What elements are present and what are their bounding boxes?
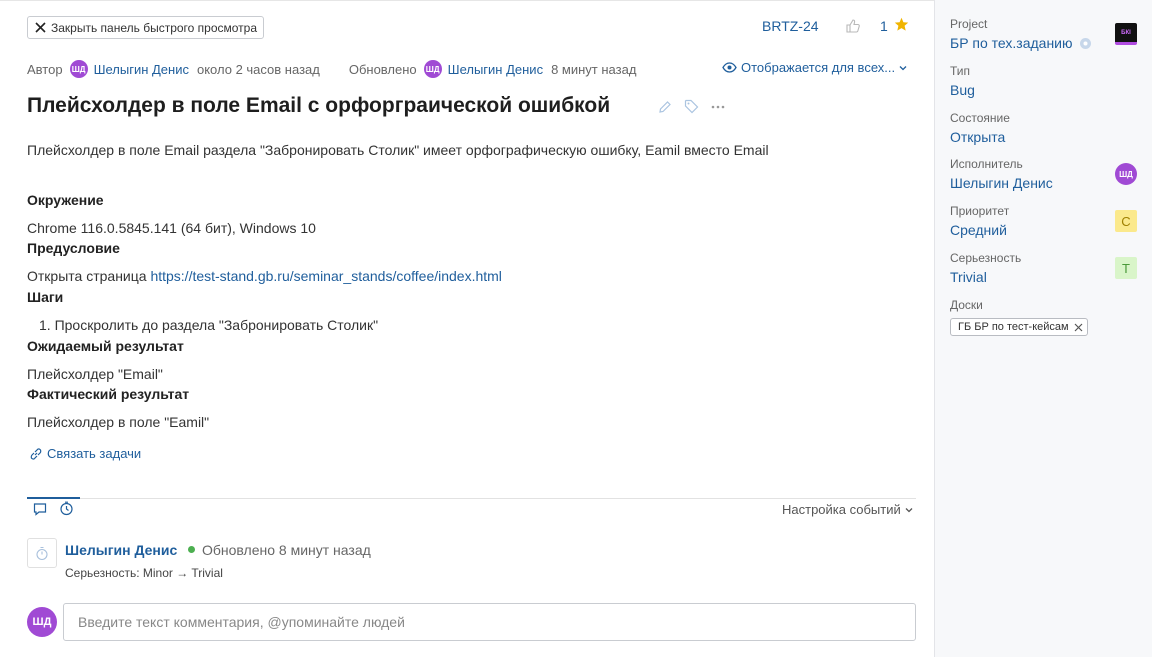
chevron-down-icon bbox=[905, 507, 913, 512]
updater-avatar[interactable]: ШД bbox=[423, 60, 442, 78]
history-user-link[interactable]: Шелыгин Денис bbox=[65, 542, 177, 558]
expected-heading: Ожидаемый результат bbox=[27, 338, 184, 354]
boards-label: Доски bbox=[950, 298, 983, 312]
tag-icon[interactable] bbox=[684, 99, 699, 114]
visibility-dropdown[interactable]: Отображается для всех... bbox=[722, 60, 912, 75]
assignee-avatar: ШД bbox=[1115, 163, 1137, 185]
author-label: Автор bbox=[27, 61, 63, 77]
history-tab-icon[interactable] bbox=[59, 501, 74, 516]
event-settings-dropdown[interactable]: Настройка событий bbox=[782, 502, 914, 517]
close-quick-view-button[interactable]: Закрыть панель быстрого просмотра bbox=[27, 16, 264, 39]
remove-board-icon[interactable] bbox=[1074, 323, 1083, 332]
issue-description: Плейсхолдер в поле Email раздела "Заброн… bbox=[27, 142, 769, 158]
votes-count: 1 bbox=[880, 18, 888, 34]
assignee-value[interactable]: Шелыгин Денис bbox=[950, 175, 1053, 191]
history-entry-icon bbox=[27, 538, 57, 568]
star-icon[interactable] bbox=[894, 17, 909, 32]
title-actions bbox=[658, 99, 725, 114]
stopwatch-icon bbox=[36, 546, 48, 560]
active-tab-indicator bbox=[27, 497, 80, 499]
issue-main-panel: Закрыть панель быстрого просмотра BRTZ-2… bbox=[0, 0, 934, 657]
project-settings-icon[interactable] bbox=[1079, 37, 1092, 50]
updater-name-link[interactable]: Шелыгин Денис bbox=[448, 62, 543, 77]
status-label: Состояние bbox=[950, 111, 1010, 125]
pencil-icon[interactable] bbox=[658, 100, 672, 114]
severity-value[interactable]: Trivial bbox=[950, 269, 987, 285]
close-icon bbox=[35, 22, 46, 33]
history-time: Обновлено 8 минут назад bbox=[202, 542, 371, 558]
status-value[interactable]: Открыта bbox=[950, 129, 1005, 145]
stand-url-link[interactable]: https://test-stand.gb.ru/seminar_stands/… bbox=[150, 268, 501, 284]
precondition-heading: Предусловие bbox=[27, 240, 120, 256]
close-quick-view-label: Закрыть панель быстрого просмотра bbox=[51, 20, 258, 35]
project-value: БР по тех.заданию bbox=[950, 35, 1073, 51]
issue-key-link[interactable]: BRTZ-24 bbox=[762, 18, 819, 34]
project-logo: БКІ bbox=[1115, 23, 1137, 45]
severity-badge: T bbox=[1115, 257, 1137, 279]
board-chip[interactable]: ГБ БР по тест-кейсам bbox=[950, 318, 1088, 336]
more-icon[interactable] bbox=[711, 104, 725, 110]
board-chip-label: ГБ БР по тест-кейсам bbox=[958, 321, 1069, 333]
severity-label: Серьезность bbox=[950, 251, 1022, 265]
type-label: Тип bbox=[950, 64, 971, 78]
link-icon bbox=[30, 447, 42, 460]
link-tasks-button[interactable]: Связать задачи bbox=[29, 446, 141, 461]
visibility-label: Отображается для всех... bbox=[741, 60, 896, 75]
history-change: Серьезность: Minor → Trivial bbox=[65, 566, 223, 580]
eye-icon bbox=[722, 62, 737, 73]
link-tasks-label: Связать задачи bbox=[47, 446, 142, 461]
actual-heading: Фактический результат bbox=[27, 386, 190, 402]
actual-value: Плейсхолдер в поле "Eamil" bbox=[27, 414, 210, 430]
commenter-avatar: ШД bbox=[27, 607, 57, 637]
expected-value: Плейсхолдер "Email" bbox=[27, 366, 163, 382]
priority-label: Приоритет bbox=[950, 204, 1010, 218]
chevron-down-icon bbox=[899, 65, 907, 70]
updated-ago: 8 минут назад bbox=[551, 61, 637, 77]
event-settings-label: Настройка событий bbox=[782, 502, 901, 517]
author-avatar[interactable]: ШД bbox=[69, 60, 88, 78]
comment-input[interactable] bbox=[63, 603, 916, 641]
environment-heading: Окружение bbox=[27, 192, 104, 208]
issue-title[interactable]: Плейсхолдер в поле Email с орфорграическ… bbox=[27, 94, 610, 118]
priority-badge: С bbox=[1115, 210, 1137, 232]
assignee-label: Исполнитель bbox=[950, 157, 1023, 171]
precondition-value: Открыта страница https://test-stand.gb.r… bbox=[27, 268, 502, 284]
issue-meta: Автор ШД Шелыгин Денис около 2 часов наз… bbox=[27, 60, 636, 78]
step-item: 1. Проскролить до раздела "Забронировать… bbox=[39, 317, 379, 333]
type-value[interactable]: Bug bbox=[950, 82, 975, 98]
project-field[interactable]: БР по тех.заданию bbox=[950, 35, 1092, 51]
created-ago: около 2 часов назад bbox=[196, 61, 320, 77]
issue-fields-sidebar: Project БР по тех.заданию БКІ Тип Bug Со… bbox=[934, 0, 1152, 657]
environment-value: Chrome 116.0.5845.141 (64 бит), Windows … bbox=[27, 220, 316, 236]
comment-tab-icon[interactable] bbox=[33, 502, 47, 516]
precondition-text: Открыта страница bbox=[27, 268, 151, 284]
steps-heading: Шаги bbox=[27, 289, 64, 305]
author-name-link[interactable]: Шелыгин Денис bbox=[94, 62, 189, 77]
project-label: Project bbox=[950, 17, 988, 31]
updated-label: Обновлено bbox=[348, 61, 417, 77]
priority-value[interactable]: Средний bbox=[950, 222, 1007, 238]
online-status-dot bbox=[188, 546, 195, 553]
activity-divider bbox=[27, 498, 916, 499]
thumbs-up-icon[interactable] bbox=[845, 18, 861, 34]
